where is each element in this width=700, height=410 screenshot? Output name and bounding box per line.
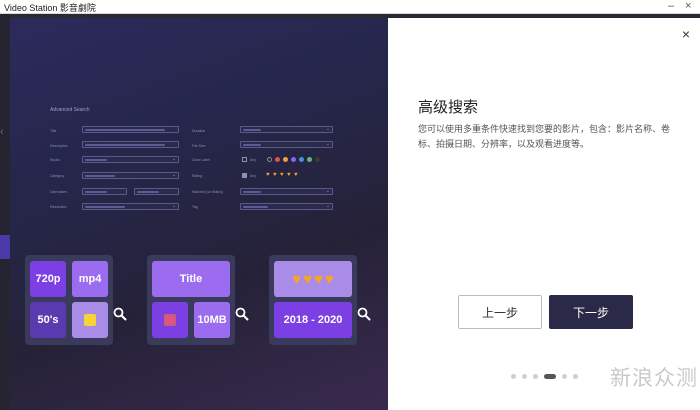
page-dot[interactable] xyxy=(533,373,538,379)
heart-icon: ♥ xyxy=(292,270,302,288)
color-label-dot xyxy=(291,157,296,162)
title-field xyxy=(82,126,179,133)
background-sidebar xyxy=(0,14,10,410)
pink-label-icon xyxy=(164,314,176,326)
color-label-dot xyxy=(283,157,288,162)
field-label-studio: Studio xyxy=(50,158,60,162)
color-label-dot xyxy=(267,157,272,162)
duration-select: ⌄ xyxy=(240,126,333,133)
heart-icon: ♥ xyxy=(266,172,270,178)
decade-tile: 50's xyxy=(30,302,66,338)
next-button[interactable]: 下一步 xyxy=(549,295,633,329)
window-close-button[interactable]: × xyxy=(685,0,691,12)
previous-button[interactable]: 上一步 xyxy=(458,295,542,329)
color-any-checkbox xyxy=(242,157,247,162)
file-size-tile: 10MB xyxy=(194,302,230,338)
feature-showcase: Advanced Search Title Description Studio… xyxy=(10,18,388,410)
field-label-title: Title xyxy=(50,129,57,133)
heart-icon: ♥ xyxy=(280,172,284,178)
background-sidebar-active-item xyxy=(0,235,10,259)
field-label-date-taken: Date taken xyxy=(50,190,67,194)
color-label-dot xyxy=(275,157,280,162)
heart-icon: ♥ xyxy=(273,172,277,178)
window-title: Video Station 影音劇院 xyxy=(4,3,96,13)
field-label-description: Description xyxy=(50,144,68,148)
minimize-button[interactable]: – xyxy=(668,0,674,12)
yellow-label-icon xyxy=(84,314,96,326)
title-size-card: Title 10MB xyxy=(147,255,235,345)
panel-description: 您可以使用多重条件快速找到您要的影片，包含：影片名称、卷标、拍摄日期、分辨率，以… xyxy=(418,124,671,149)
field-label-category: Category xyxy=(50,174,65,178)
page-dot[interactable] xyxy=(562,373,567,379)
watched-select: ⌄ xyxy=(240,188,333,195)
color-label-dot xyxy=(307,157,312,162)
page-dot[interactable] xyxy=(544,373,556,379)
rating-any-checkbox xyxy=(242,173,247,178)
category-select: ⌄ xyxy=(82,172,179,179)
format-card: 720p mp4 50's xyxy=(25,255,113,345)
file-size-select: ⌄ xyxy=(240,141,333,148)
tag-select: ⌄ xyxy=(240,203,333,210)
search-icon xyxy=(235,307,249,321)
chevron-left-icon: ‹ xyxy=(0,126,4,138)
heart-icon: ♥ xyxy=(294,172,298,178)
close-icon[interactable]: × xyxy=(682,26,690,42)
search-icon xyxy=(113,307,127,321)
rating-tile: ♥ ♥ ♥ ♥ xyxy=(274,261,352,297)
field-label-duration: Duration xyxy=(192,129,206,133)
color-label-dot xyxy=(299,157,304,162)
field-label-resolution: Resolution xyxy=(50,205,67,209)
field-label-tag: Tag xyxy=(192,205,198,209)
heart-icon: ♥ xyxy=(303,270,312,288)
color-label-dot xyxy=(315,157,320,162)
field-label-rating: Rating xyxy=(192,174,203,178)
page-dot[interactable] xyxy=(522,373,527,379)
year-range-tile: 2018 - 2020 xyxy=(274,302,352,338)
resolution-tile: 720p xyxy=(30,261,66,297)
rating-any-label: Any xyxy=(250,174,257,178)
title-tile: Title xyxy=(152,261,230,297)
field-label-watched: Watched (or Status) xyxy=(192,190,223,194)
page-dot[interactable] xyxy=(573,373,578,379)
advanced-search-title: Advanced Search xyxy=(50,107,90,113)
window-titlebar: Video Station 影音劇院 – × xyxy=(0,0,700,14)
color-any-label: Any xyxy=(250,158,257,162)
description-field xyxy=(82,141,179,148)
panel-heading: 高级搜索 xyxy=(418,99,479,116)
watermark: 新浪众测 xyxy=(610,367,698,390)
file-format-tile: mp4 xyxy=(72,261,108,297)
heart-icon: ♥ xyxy=(287,172,291,178)
heart-icon: ♥ xyxy=(314,270,323,288)
field-label-color-label: Color Label xyxy=(192,158,210,162)
page-dot[interactable] xyxy=(511,373,516,379)
date-to-field xyxy=(134,188,179,195)
rating-year-card: ♥ ♥ ♥ ♥ 2018 - 2020 xyxy=(269,255,357,345)
tutorial-panel: × 高级搜索 您可以使用多重条件快速找到您要的影片，包含：影片名称、卷标、拍摄日… xyxy=(388,18,700,410)
page-indicator xyxy=(508,373,581,379)
studio-select: ⌄ xyxy=(82,156,179,163)
color-label-tile xyxy=(72,302,108,338)
date-from-field xyxy=(82,188,127,195)
search-icon xyxy=(357,307,371,321)
heart-icon: ♥ xyxy=(324,270,334,288)
field-label-file-size: File Size xyxy=(192,144,206,148)
color-label-tile xyxy=(152,302,188,338)
resolution-select: ⌄ xyxy=(82,203,179,210)
